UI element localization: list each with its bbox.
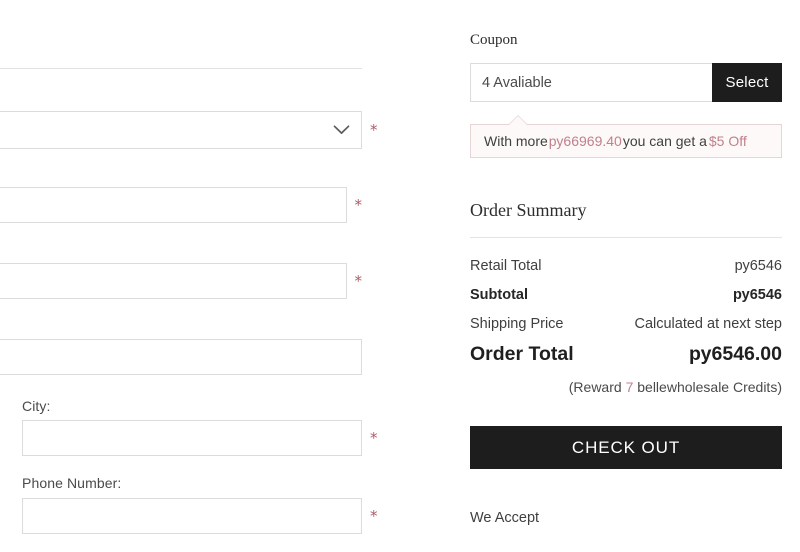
required-indicator: * [354,271,363,290]
summary-row-shipping-price: Shipping Price Calculated at next step [470,316,782,332]
summary-label: Subtotal [470,287,528,303]
summary-label: Shipping Price [470,316,564,332]
coupon-upsell-tooltip: With more ру66969.40 you can get a $5 Of… [470,115,782,158]
required-indicator: * [370,428,378,447]
address-line-2-input[interactable] [0,263,347,299]
city-input[interactable] [22,420,362,456]
summary-value: ру6546 [734,258,782,274]
reward-points-value: 7 [625,379,634,395]
summary-label: Retail Total [470,258,542,274]
we-accept-heading: We Accept [470,510,540,526]
country-select[interactable] [0,111,362,149]
required-indicator: * [370,120,378,139]
coupon-heading: Coupon [470,32,518,48]
required-indicator: * [354,195,363,214]
tooltip-amount: ру66969.40 [548,133,622,149]
reward-open-text: (Reward [568,379,622,395]
tooltip-discount: $5 Off [708,133,747,149]
summary-value: ру6546 [733,287,782,303]
form-field-address-line-1-row: * [0,187,362,223]
form-field-city-row: * [22,420,384,456]
address-line-1-input[interactable] [0,187,347,223]
summary-label: Order Total [470,343,574,365]
form-field-country-select-row: * [0,111,378,149]
reward-close-text: bellewholesale Credits) [637,379,782,395]
coupon-entry-row: Select [470,63,782,102]
tooltip-prefix-text: With more [484,133,548,149]
summary-value: Calculated at next step [634,316,782,332]
summary-row-retail-total: Retail Total ру6546 [470,258,782,274]
tooltip-arrow-inner [509,116,527,125]
country-select-wrapper[interactable] [0,111,362,149]
summary-row-subtotal: Subtotal ру6546 [470,287,782,303]
coupon-input[interactable] [470,63,712,102]
form-top-divider [0,68,362,69]
city-label: City: [22,398,51,414]
required-indicator: * [370,506,378,525]
form-field-address-line-2-row: * [0,263,362,299]
summary-value: ру6546.00 [689,343,782,365]
summary-row-order-total: Order Total ру6546.00 [470,343,782,366]
reward-credits-note: (Reward 7 bellewholesale Credits) [470,379,782,395]
form-field-state-province-row [0,339,362,375]
state-province-input[interactable] [0,339,362,375]
phone-number-label: Phone Number: [22,475,122,491]
phone-number-input[interactable] [22,498,362,534]
checkout-address-form: * * * City: * Phone Number: * [0,0,400,552]
form-field-phone-number-row: * [22,498,384,534]
coupon-select-button[interactable]: Select [712,63,782,102]
order-summary-divider [470,237,782,238]
check-out-button[interactable]: CHECK OUT [470,426,782,469]
tooltip-middle-text: you can get a [622,133,707,149]
order-summary-title: Order Summary [470,200,587,220]
